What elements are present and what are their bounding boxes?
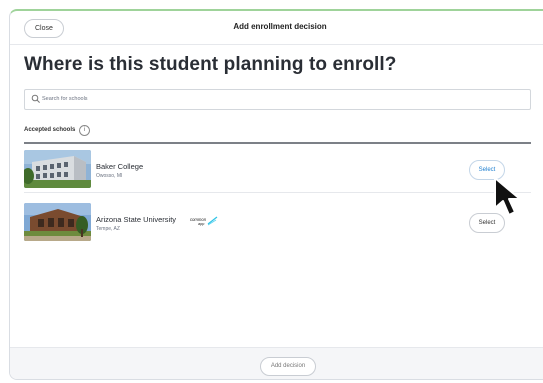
school-photo (24, 203, 91, 241)
info-icon[interactable]: i (79, 125, 90, 136)
section-divider (24, 142, 531, 144)
search-box[interactable] (24, 89, 531, 110)
add-decision-button[interactable]: Add decision (260, 357, 316, 376)
school-row: Arizona State University Tempe, AZ commo… (24, 201, 531, 245)
dialog-header: Close Add enrollment decision (10, 11, 543, 45)
school-row: Baker College Owosso, MI Select (24, 148, 531, 193)
school-location: Owosso, MI (96, 173, 123, 179)
search-input[interactable] (42, 92, 512, 106)
dialog-footer: Add decision (10, 347, 543, 379)
dialog: Close Add enrollment decision Where is t… (9, 9, 543, 380)
school-photo (24, 150, 91, 188)
accepted-schools-label: Accepted schools (24, 127, 76, 133)
common-app-logo: common app (190, 216, 218, 226)
search-icon (31, 94, 40, 103)
mouse-cursor-icon (494, 177, 521, 216)
dialog-title: Add enrollment decision (233, 22, 327, 31)
svg-text:app: app (198, 222, 204, 226)
school-name: Baker College (96, 162, 144, 171)
school-location: Tempe, AZ (96, 226, 120, 232)
page-title: Where is this student planning to enroll… (24, 54, 397, 75)
school-name: Arizona State University (96, 215, 177, 224)
